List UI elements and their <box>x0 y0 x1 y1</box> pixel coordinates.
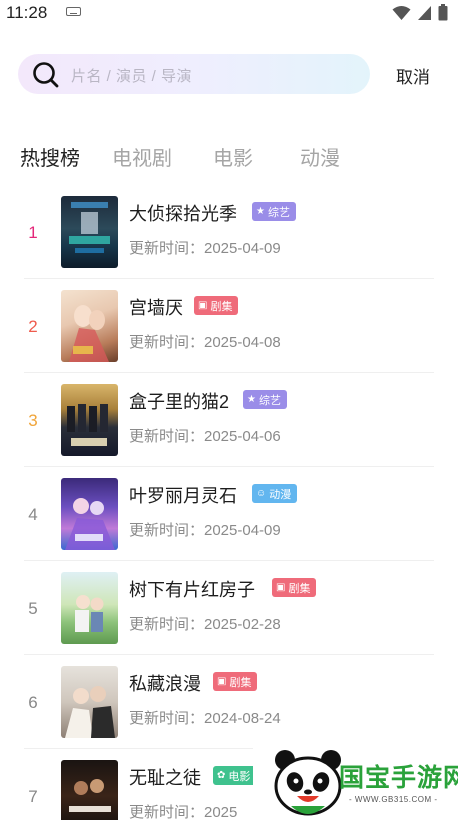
update-time: 更新时间：2025-02-28 <box>129 616 281 633</box>
watermark: 国宝手游网 - WWW.GB315.COM - <box>253 744 458 820</box>
status-time: 11:28 <box>6 3 48 22</box>
tab-anime[interactable]: 动漫 <box>300 142 340 171</box>
poster-image <box>61 572 118 644</box>
tag-label: 电影 <box>228 770 251 783</box>
rank-number: 1 <box>28 223 38 242</box>
update-time: 更新时间：2025-04-06 <box>129 428 281 445</box>
tab-movies[interactable]: 电影 <box>213 142 253 171</box>
tab-hot-search[interactable]: 热搜榜 <box>20 142 80 171</box>
variety-icon: ★ <box>256 206 265 217</box>
poster-image <box>61 760 118 820</box>
update-time: 更新时间：2025-04-08 <box>129 334 281 351</box>
update-time: 更新时间：2025-04-09 <box>129 522 281 539</box>
list-item[interactable]: 4 叶罗丽月灵石 ☺ 动漫 更新时间：2025-04-09 <box>0 467 458 561</box>
status-icons <box>392 4 448 21</box>
watermark-url: - WWW.GB315.COM - <box>349 795 438 804</box>
tab-tv-series[interactable]: 电视剧 <box>112 142 172 171</box>
tag-label: 剧集 <box>229 676 252 689</box>
category-tag: ▣ 剧集 <box>194 296 239 315</box>
drama-icon: ▣ <box>276 582 286 593</box>
rank-number: 7 <box>28 787 38 806</box>
category-tag: ☺ 动漫 <box>252 484 298 503</box>
list-item[interactable]: 2 宫墙厌 ▣ 剧集 更新时间：2025-04-08 <box>0 279 458 373</box>
tag-label: 动漫 <box>269 488 292 501</box>
tag-label: 综艺 <box>267 206 290 219</box>
rank-number: 6 <box>28 693 38 712</box>
tag-label: 综艺 <box>258 394 281 407</box>
update-time: 更新时间：2025 <box>129 804 238 820</box>
category-tag: ▣ 剧集 <box>213 672 258 691</box>
item-title: 盒子里的猫2 <box>129 392 230 412</box>
battery-icon <box>438 4 448 21</box>
category-tag: ▣ 剧集 <box>272 578 317 597</box>
poster-image <box>61 666 118 738</box>
wifi-icon <box>392 5 411 20</box>
rank-number: 4 <box>28 505 38 524</box>
list-item[interactable]: 6 私藏浪漫 ▣ 剧集 更新时间：2024-08-24 <box>0 655 458 749</box>
movie-icon: ✿ <box>217 770 226 781</box>
item-title: 树下有片红房子 <box>129 580 255 600</box>
poster-image <box>61 384 118 456</box>
tag-label: 剧集 <box>288 582 311 595</box>
update-time: 更新时间：2024-08-24 <box>129 710 281 727</box>
item-title: 叶罗丽月灵石 <box>129 486 237 506</box>
tag-label: 剧集 <box>210 300 233 313</box>
update-time: 更新时间：2025-04-09 <box>129 240 281 257</box>
search-row: 片名 / 演员 / 导演 取消 <box>0 54 458 94</box>
rank-number: 5 <box>28 599 38 618</box>
keyboard-icon <box>66 7 81 16</box>
poster-image <box>61 290 118 362</box>
list-item[interactable]: 3 盒子里的猫2 ★ 综艺 更新时间：2025-04-06 <box>0 373 458 467</box>
search-placeholder: 片名 / 演员 / 导演 <box>71 68 193 85</box>
category-tabs: 热搜榜 电视剧 电影 动漫 <box>0 142 458 172</box>
item-title: 无耻之徒 <box>129 768 201 788</box>
search-icon <box>33 62 59 88</box>
item-title: 私藏浪漫 <box>129 674 201 694</box>
list-item[interactable]: 1 大侦探拾光季 ★ 综艺 更新时间：2025-04-09 <box>0 185 458 279</box>
search-input[interactable]: 片名 / 演员 / 导演 <box>18 54 370 94</box>
list-item[interactable]: 5 树下有片红房子 ▣ 剧集 更新时间：2025-02-28 <box>0 561 458 655</box>
item-title: 大侦探拾光季 <box>129 204 237 224</box>
drama-icon: ▣ <box>198 300 208 311</box>
anime-icon: ☺ <box>256 488 267 499</box>
signal-icon <box>418 5 431 20</box>
item-title: 宫墙厌 <box>129 298 183 318</box>
category-tag: ★ 综艺 <box>252 202 296 221</box>
category-tag: ★ 综艺 <box>243 390 287 409</box>
variety-icon: ★ <box>247 394 256 405</box>
poster-image <box>61 196 118 268</box>
rank-number: 3 <box>28 411 38 430</box>
cancel-button[interactable]: 取消 <box>396 63 430 88</box>
poster-image <box>61 478 118 550</box>
rank-number: 2 <box>28 317 38 336</box>
watermark-text: 国宝手游网 <box>339 764 458 792</box>
status-bar: 11:28 <box>0 0 458 26</box>
category-tag: ✿ 电影 <box>213 766 257 785</box>
drama-icon: ▣ <box>217 676 227 687</box>
